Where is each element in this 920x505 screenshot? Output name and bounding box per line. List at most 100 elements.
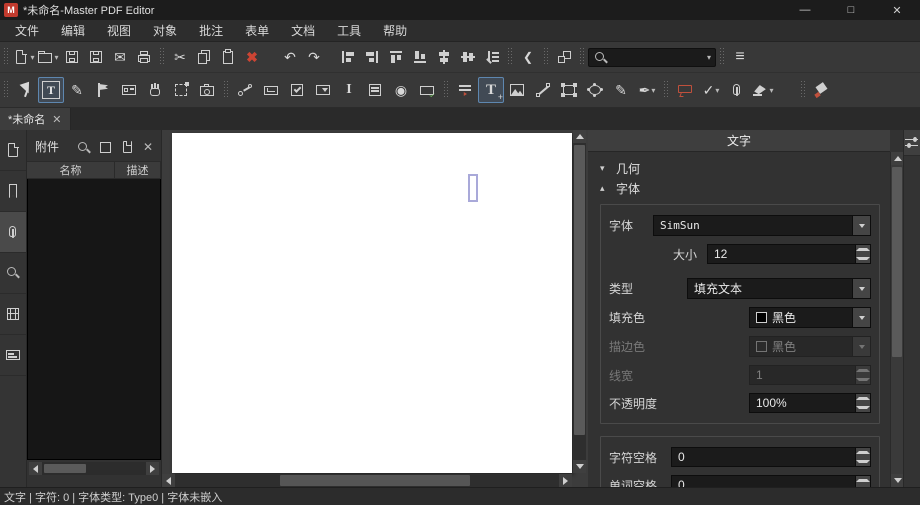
text-cursor-tool-button[interactable]: I [336, 77, 362, 103]
toolbar-drag-handle[interactable] [507, 48, 513, 66]
search-dropdown-icon[interactable]: ▾ [707, 53, 711, 62]
rectangle-tool-button[interactable] [556, 77, 582, 103]
save-button[interactable] [60, 45, 84, 69]
toolbar-drag-handle[interactable] [719, 48, 725, 66]
scroll-thumb[interactable] [574, 145, 585, 435]
open-document-button[interactable]: ▾ [36, 45, 60, 69]
send-email-button[interactable]: ✉ [108, 45, 132, 69]
align-top-button[interactable] [384, 45, 408, 69]
maximize-button[interactable]: □ [828, 0, 874, 20]
edit-text-tool-button[interactable]: T [38, 77, 64, 103]
toolbar-drag-handle[interactable] [443, 81, 449, 99]
document-tab[interactable]: *未命名 ✕ [0, 108, 71, 130]
scroll-thumb[interactable] [44, 464, 86, 473]
scroll-left-button[interactable] [162, 474, 175, 487]
attachments-hscrollbar[interactable] [29, 462, 159, 475]
sidebar-layers-button[interactable] [0, 294, 26, 335]
fit-page-button[interactable] [552, 45, 576, 69]
attachments-save-button[interactable] [97, 140, 111, 154]
properties-toggle-button[interactable] [904, 130, 920, 156]
spinner-buttons[interactable] [855, 394, 870, 412]
menu-file[interactable]: 文件 [4, 20, 50, 41]
toolbar-menu-button[interactable]: ≡ [728, 45, 752, 69]
edit-forms-tool-button[interactable] [90, 77, 116, 103]
save-as-button[interactable] [84, 45, 108, 69]
line-tool-button[interactable] [530, 77, 556, 103]
menu-view[interactable]: 视图 [96, 20, 142, 41]
sidebar-attachments-button[interactable] [0, 212, 26, 253]
type-select[interactable]: 填充文本 [687, 278, 871, 299]
check-annotation-button[interactable]: ✓▾ [698, 77, 724, 103]
attach-file-button[interactable] [724, 77, 750, 103]
toolbar-drag-handle[interactable] [159, 48, 165, 66]
pdf-page[interactable] [172, 133, 572, 473]
add-text-tool-button[interactable]: T [478, 77, 504, 103]
spinner-buttons[interactable] [855, 245, 870, 263]
menu-help[interactable]: 帮助 [372, 20, 418, 41]
dropdown-button[interactable] [852, 279, 870, 298]
menu-form[interactable]: 表单 [234, 20, 280, 41]
column-description[interactable]: 描述 [115, 162, 160, 178]
search-input[interactable] [611, 51, 702, 63]
menu-object[interactable]: 对象 [142, 20, 188, 41]
attachments-add-button[interactable] [119, 140, 133, 154]
select-tool-button[interactable] [12, 77, 38, 103]
copy-button[interactable] [192, 45, 216, 69]
attachments-delete-button[interactable]: ✕ [141, 140, 155, 154]
center-vertical-button[interactable] [456, 45, 480, 69]
checkbox-tool-button[interactable] [284, 77, 310, 103]
push-button-tool-button[interactable] [414, 77, 440, 103]
toolbar-drag-handle[interactable] [663, 81, 669, 99]
section-geometry[interactable]: ▾ 几何 [600, 158, 880, 178]
toolbar-drag-handle[interactable] [3, 81, 9, 99]
radio-button-tool-button[interactable]: ◉ [388, 77, 414, 103]
document-canvas[interactable] [162, 130, 588, 487]
toolbar-drag-handle[interactable] [223, 81, 229, 99]
cut-button[interactable]: ✂ [168, 45, 192, 69]
text-insertion-cursor[interactable] [468, 174, 478, 202]
align-right-button[interactable] [360, 45, 384, 69]
delete-button[interactable]: ✖ [240, 45, 264, 69]
close-button[interactable]: ✕ [874, 0, 920, 20]
canvas-hscrollbar[interactable] [162, 474, 572, 487]
column-name[interactable]: 名称 [27, 162, 115, 178]
font-select[interactable]: SimSun [653, 215, 871, 236]
minimize-button[interactable]: — [782, 0, 828, 20]
scroll-right-button[interactable] [559, 474, 572, 487]
sidebar-bookmarks-button[interactable] [0, 171, 26, 212]
signature-tool-button[interactable]: ✒▾ [634, 77, 660, 103]
menu-document[interactable]: 文档 [280, 20, 326, 41]
print-button[interactable] [132, 45, 156, 69]
link-tool-button[interactable] [232, 77, 258, 103]
attachments-search-button[interactable] [75, 140, 89, 154]
listbox-tool-button[interactable] [362, 77, 388, 103]
scroll-down-button[interactable] [573, 460, 586, 473]
scroll-left-button[interactable] [29, 462, 42, 475]
spinner-buttons[interactable] [855, 476, 870, 487]
dropdown-button[interactable] [852, 308, 870, 327]
dropdown-button[interactable] [852, 216, 870, 235]
toolbar-drag-handle[interactable] [579, 48, 585, 66]
back-button[interactable]: ❮ [516, 45, 540, 69]
tab-close-icon[interactable]: ✕ [52, 113, 61, 126]
insert-text-block-button[interactable] [452, 77, 478, 103]
toolbar-drag-handle[interactable] [543, 48, 549, 66]
fill-color-select[interactable]: 黑色 [749, 307, 871, 328]
tab-order-button[interactable] [480, 45, 504, 69]
char-spacing-spinner[interactable]: 0 [671, 447, 871, 467]
add-image-button[interactable] [504, 77, 530, 103]
hand-tool-button[interactable] [142, 77, 168, 103]
scroll-right-button[interactable] [146, 462, 159, 475]
menu-tools[interactable]: 工具 [326, 20, 372, 41]
scroll-thumb[interactable] [280, 475, 470, 486]
snapshot-button[interactable] [194, 77, 220, 103]
align-bottom-button[interactable] [408, 45, 432, 69]
align-left-button[interactable] [336, 45, 360, 69]
undo-button[interactable]: ↶ [278, 45, 302, 69]
format-brush-button[interactable] [809, 77, 835, 103]
sidebar-search-button[interactable] [0, 253, 26, 294]
pencil-tool-button[interactable]: ✎ [608, 77, 634, 103]
size-spinner[interactable]: 12 [707, 244, 871, 264]
search-box[interactable]: ▾ [588, 48, 716, 67]
section-font[interactable]: ▴ 字体 [600, 178, 880, 198]
